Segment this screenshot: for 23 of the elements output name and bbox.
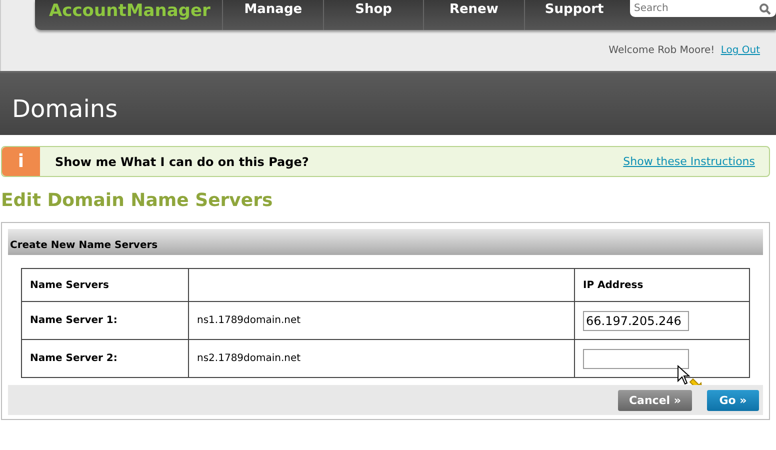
nav-item[interactable]: Renew — [423, 0, 524, 30]
nav-item[interactable]: Support — [524, 0, 624, 30]
ip-address-field[interactable] — [583, 348, 689, 368]
go-button[interactable]: Go » — [707, 390, 759, 410]
logo-text[interactable]: AccountManager — [35, 1, 222, 21]
search-field[interactable]: Search — [630, 0, 776, 17]
page-title: Edit Domain Name Servers — [1, 190, 274, 211]
panel-title: Create New Name Servers — [10, 240, 158, 251]
cancel-button[interactable]: Cancel » — [618, 390, 692, 410]
ip-address-field[interactable]: 66.197.205.246 — [583, 310, 689, 330]
instructions-text: Show me What I can do on this Page? — [55, 154, 310, 168]
table-cell: ns2.1789domain.net — [188, 340, 574, 378]
table-cell: ns1.1789domain.net — [188, 302, 574, 340]
banner-title: Domains — [12, 95, 118, 123]
nav-item[interactable]: Shop — [322, 0, 424, 30]
info-icon: i — [2, 147, 40, 176]
row-label: Name Server 2: — [22, 340, 188, 378]
search-icon[interactable] — [759, 3, 771, 15]
welcome-text: Welcome Rob Moore! — [608, 45, 715, 56]
row-label: Name Server 1: — [22, 302, 188, 340]
nav-item[interactable]: Manage — [222, 0, 323, 30]
column-header: IP Address — [574, 268, 750, 302]
column-header: Name Servers — [22, 268, 188, 302]
